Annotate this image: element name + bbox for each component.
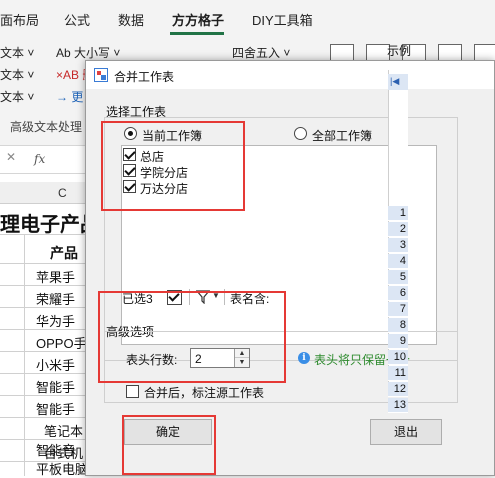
product-cell[interactable]: 智能音 bbox=[36, 440, 75, 459]
preview-row-number: 12 bbox=[388, 382, 408, 397]
preview-row-number: 4 bbox=[388, 254, 408, 269]
tab-formulas[interactable]: 公式 bbox=[64, 10, 90, 29]
product-cell[interactable]: 平板电脑 bbox=[36, 459, 88, 478]
product-cell[interactable]: 荣耀手 bbox=[36, 289, 75, 308]
exit-button[interactable]: 退出 bbox=[370, 419, 442, 445]
update-button[interactable]: → 更 bbox=[56, 88, 83, 105]
fx-icon[interactable]: fx bbox=[34, 152, 45, 166]
ribbon-tab-bar: 面布局 公式 数据 方方格子 DIY工具箱 bbox=[0, 0, 495, 36]
product-cell[interactable]: 智能手 bbox=[36, 377, 75, 396]
app-icon bbox=[94, 68, 108, 82]
mark-source-label[interactable]: 合并后，标注源工作表 bbox=[144, 384, 264, 401]
ribbon-group-label: 高级文本处理 bbox=[10, 120, 83, 134]
preview-row-number: 1 bbox=[388, 206, 408, 221]
preview-row-number: 6 bbox=[388, 286, 408, 301]
dialog-titlebar[interactable]: 合并工作表 bbox=[86, 61, 494, 89]
tab-diy-toolbox[interactable]: DIY工具箱 bbox=[252, 10, 313, 29]
highlight-box-ok bbox=[122, 415, 216, 475]
product-cell[interactable]: 苹果手 bbox=[36, 267, 75, 286]
product-cell[interactable]: 华为手 bbox=[36, 311, 75, 330]
preview-row-number: 7 bbox=[388, 302, 408, 317]
product-cell[interactable]: 智能手 bbox=[36, 399, 75, 418]
preview-row-number: 11 bbox=[388, 366, 408, 381]
preview-label: 示例 bbox=[387, 44, 412, 58]
text-dropdown-2[interactable]: 文本 ˅ bbox=[0, 66, 34, 83]
product-cell[interactable]: 小米手 bbox=[36, 355, 75, 374]
preview-row-number: 13 bbox=[388, 398, 408, 413]
column-c-header[interactable]: C bbox=[58, 186, 67, 200]
preview-row-number: 3 bbox=[388, 238, 408, 253]
text-dropdown-3[interactable]: 文本 ˅ bbox=[0, 88, 34, 105]
highlight-box-sheets bbox=[101, 121, 245, 211]
product-cell[interactable]: OPPO手 bbox=[36, 333, 87, 352]
round-button[interactable]: 四舍五入 ˅ bbox=[232, 44, 290, 61]
merge-sheets-dialog: 合并工作表 选择工作表 当前工作簿 全部工作簿 总店 学院分店 万达分店 已选3… bbox=[85, 60, 495, 476]
tab-fangfanggezi[interactable]: 方方格子 bbox=[172, 10, 224, 29]
mark-source-checkbox[interactable] bbox=[126, 385, 139, 398]
preview-nav-icon[interactable]: |◀ bbox=[390, 76, 399, 87]
highlight-box-advanced bbox=[98, 291, 286, 383]
preview-row-number: 9 bbox=[388, 334, 408, 349]
info-icon: i bbox=[298, 352, 310, 364]
preview-row-number: 5 bbox=[388, 270, 408, 285]
tab-page-layout[interactable]: 面布局 bbox=[0, 10, 39, 29]
preview-row-number: 2 bbox=[388, 222, 408, 237]
preview-row-number: 10 bbox=[388, 350, 408, 365]
tab-data[interactable]: 数据 bbox=[118, 10, 144, 29]
dialog-title: 合并工作表 bbox=[114, 70, 175, 84]
radio-all-workbooks[interactable] bbox=[294, 127, 307, 140]
cancel-icon[interactable]: ✕ bbox=[6, 150, 16, 164]
active-tab-indicator bbox=[170, 32, 224, 35]
radio-all-workbooks-label[interactable]: 全部工作簿 bbox=[312, 127, 372, 144]
sheet-name-filter-input[interactable] bbox=[284, 287, 434, 305]
product-header-cell[interactable]: 产品 bbox=[50, 243, 78, 263]
preview-row-number: 8 bbox=[388, 318, 408, 333]
text-dropdown-1[interactable]: 文本 ˅ bbox=[0, 44, 34, 61]
grid-line bbox=[24, 235, 25, 476]
case-button[interactable]: Ab 大小写 ˅ bbox=[56, 44, 120, 61]
